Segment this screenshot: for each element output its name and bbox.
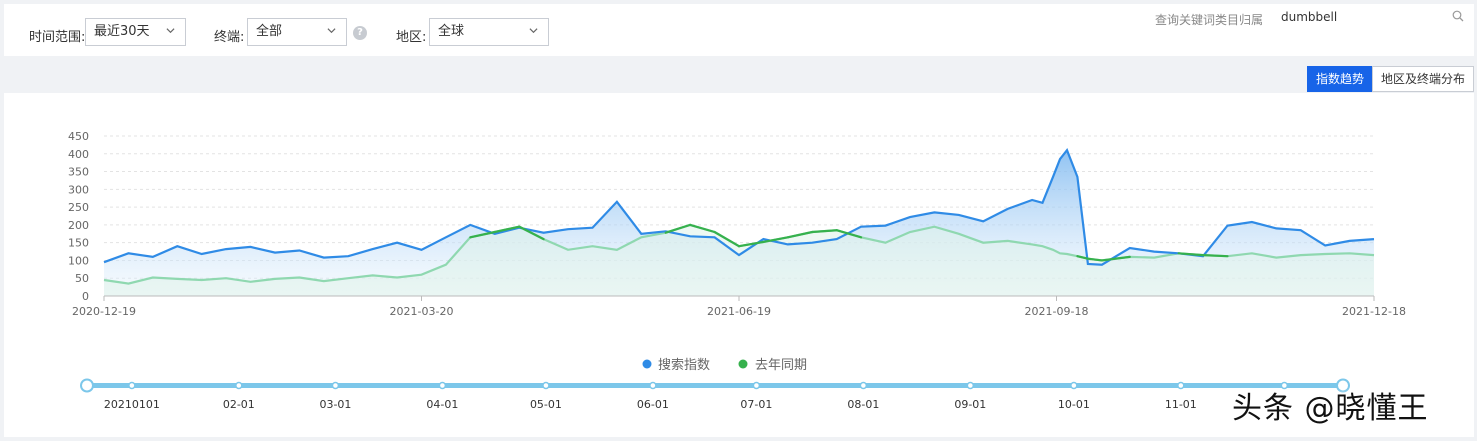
y-tick-label: 300 bbox=[68, 183, 89, 196]
range-slider-label: 10-01 bbox=[1058, 398, 1090, 411]
range-slider-tick[interactable] bbox=[1177, 381, 1185, 390]
legend-last-year-label[interactable]: 去年同期 bbox=[755, 358, 807, 373]
range-slider-handle-start[interactable] bbox=[80, 378, 94, 393]
x-tick-label: 2021-03-20 bbox=[390, 305, 454, 318]
range-slider-label: 09-01 bbox=[954, 398, 986, 411]
y-tick-label: 250 bbox=[68, 201, 89, 214]
range-slider-tick[interactable] bbox=[649, 381, 657, 390]
y-tick-label: 350 bbox=[68, 166, 89, 179]
y-tick-label: 400 bbox=[68, 148, 89, 161]
range-slider-tick[interactable] bbox=[438, 381, 447, 390]
y-tick-label: 200 bbox=[68, 219, 89, 232]
watermark-text: 头条 @晓懂王 bbox=[1232, 391, 1429, 426]
range-slider-tick[interactable] bbox=[542, 381, 550, 390]
range-slider-tick[interactable] bbox=[752, 381, 761, 390]
x-tick-label: 2021-09-18 bbox=[1025, 305, 1089, 318]
range-slider-tick[interactable] bbox=[859, 381, 868, 390]
x-tick-label: 2020-12-19 bbox=[72, 305, 136, 318]
legend-last-year-marker bbox=[738, 359, 748, 369]
range-slider-label: 20210101 bbox=[104, 398, 160, 411]
legend-current-label[interactable]: 搜索指数 bbox=[658, 358, 710, 373]
range-slider-tick[interactable] bbox=[966, 381, 975, 390]
y-tick-label: 50 bbox=[75, 272, 89, 285]
x-tick-label: 2021-12-18 bbox=[1342, 305, 1406, 318]
range-slider-label: 03-01 bbox=[319, 398, 351, 411]
range-slider-label: 11-01 bbox=[1165, 398, 1197, 411]
series-last-year-segment bbox=[1201, 254, 1229, 258]
y-tick-label: 0 bbox=[82, 290, 89, 303]
range-slider-label: 04-01 bbox=[426, 398, 458, 411]
range-slider-tick[interactable] bbox=[331, 381, 340, 390]
range-slider-label: 02-01 bbox=[223, 398, 255, 411]
legend-current-marker bbox=[642, 359, 652, 369]
range-slider-label: 06-01 bbox=[637, 398, 669, 411]
range-slider-tick[interactable] bbox=[1070, 381, 1078, 390]
x-tick-label: 2021-06-19 bbox=[707, 305, 771, 318]
range-slider-tick[interactable] bbox=[128, 381, 136, 390]
y-tick-label: 150 bbox=[68, 237, 89, 250]
trend-chart: 0 50 100 150 200 250 300 350 400 450 2020-12-19 20… bbox=[68, 130, 1406, 411]
range-slider-label: 05-01 bbox=[530, 398, 562, 411]
range-slider-tick[interactable] bbox=[235, 381, 243, 390]
y-tick-label: 450 bbox=[68, 130, 89, 143]
range-slider-label: 07-01 bbox=[740, 398, 772, 411]
range-slider-label: 08-01 bbox=[847, 398, 879, 411]
range-slider-track[interactable] bbox=[87, 383, 1343, 388]
y-tick-label: 100 bbox=[68, 254, 89, 267]
